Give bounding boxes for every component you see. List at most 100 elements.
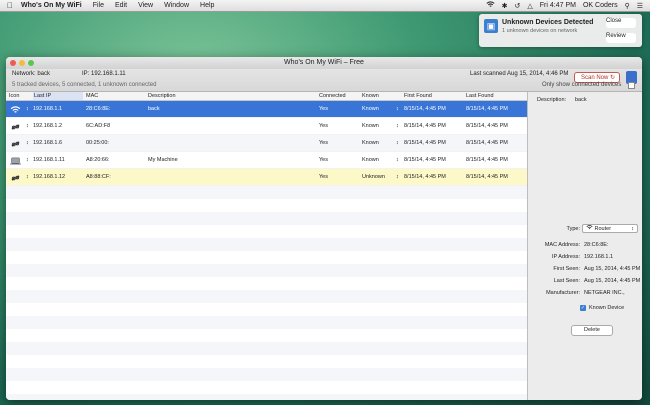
description-label: Description: — [537, 97, 567, 103]
row-known: Known — [362, 140, 379, 146]
row-mac: 6C:AD:F8 — [86, 123, 111, 129]
notification-close-button[interactable]: Close — [606, 18, 636, 28]
row-last-found: 8/15/14, 4:45 PM — [466, 174, 508, 180]
link-icon — [10, 173, 21, 181]
link-icon — [10, 139, 21, 147]
type-select[interactable]: Router ↕ — [582, 224, 638, 233]
row-last-found: 8/15/14, 4:45 PM — [466, 123, 508, 129]
sort-arrows-icon: ↕ — [26, 157, 29, 163]
device-detail-panel: Description: back Type: Router ↕ MAC Add… — [527, 92, 642, 400]
row-first-found: 8/15/14, 4:45 PM — [404, 140, 446, 146]
table-row[interactable]: ↕ 192.168.1.1 28:C6:8E: back Yes Known ↕… — [6, 101, 527, 118]
search-icon[interactable]: ⚲ — [625, 2, 630, 10]
column-header-last-ip[interactable]: Last IP — [33, 92, 83, 100]
menu-edit[interactable]: Edit — [115, 2, 127, 9]
table-header: Icon Last IP MAC Description Connected K… — [6, 92, 527, 101]
column-header-description[interactable]: Description — [148, 92, 176, 100]
bluetooth-icon[interactable]: ✱ — [502, 2, 508, 10]
menu-file[interactable]: File — [93, 2, 104, 9]
empty-row — [6, 251, 527, 264]
empty-row — [6, 186, 527, 199]
zoom-window-button[interactable] — [28, 60, 34, 66]
menu-view[interactable]: View — [138, 2, 153, 9]
empty-row — [6, 355, 527, 368]
type-value: Router — [594, 226, 612, 232]
menu-window[interactable]: Window — [164, 2, 189, 9]
table-row[interactable]: ↕ 192.168.1.11 A8:20:66: My Machine Yes … — [6, 152, 527, 169]
stepper-icon[interactable]: ↕ — [396, 152, 399, 168]
row-connected: Yes — [319, 174, 328, 180]
table-row[interactable]: ↕ 192.168.1.6 00:25:00: Yes Known ↕ 8/15… — [6, 135, 527, 152]
column-header-first-found[interactable]: First Found — [404, 92, 432, 100]
volume-icon[interactable]: △ — [527, 2, 532, 10]
row-connected: Yes — [319, 106, 328, 112]
empty-row — [6, 238, 527, 251]
known-device-label: Known Device — [589, 305, 625, 311]
first-seen-label: First Seen: — [553, 266, 580, 272]
column-header-mac[interactable]: MAC — [86, 92, 98, 100]
row-mac: 28:C6:8E: — [86, 106, 111, 112]
row-last-found: 8/15/14, 4:45 PM — [466, 157, 508, 163]
summary-label: 5 tracked devices, 5 connected, 1 unknow… — [12, 82, 157, 88]
notification-center-icon[interactable]: ☰ — [637, 2, 643, 10]
column-header-icon[interactable]: Icon — [9, 92, 19, 100]
close-window-button[interactable] — [10, 60, 16, 66]
column-header-known[interactable]: Known — [362, 92, 379, 100]
type-label: Type: — [566, 226, 580, 232]
notification-review-button[interactable]: Review — [606, 33, 636, 43]
row-known: Known — [362, 106, 379, 112]
title-bar: Who's On My WiFi – Free — [6, 57, 642, 69]
minimize-window-button[interactable] — [19, 60, 25, 66]
last-scanned-label: Last scanned Aug 15, 2014, 4:46 PM — [470, 71, 569, 77]
delete-button[interactable]: Delete — [571, 325, 613, 336]
network-label: Network: back — [12, 71, 51, 77]
user-name[interactable]: OK Coders — [583, 2, 618, 9]
mac-address-label: MAC Address: — [544, 242, 580, 248]
empty-row — [6, 290, 527, 303]
app-icon: ▣ — [484, 19, 498, 33]
row-first-found: 8/15/14, 4:45 PM — [404, 174, 446, 180]
clock[interactable]: Fri 4:47 PM — [540, 2, 576, 9]
only-connected-checkbox[interactable] — [628, 82, 635, 89]
column-header-connected[interactable]: Connected — [319, 92, 346, 100]
row-known: Known — [362, 123, 379, 129]
sort-arrows-icon: ↕ — [26, 174, 29, 180]
wifi-status-icon[interactable] — [486, 1, 495, 10]
chevron-down-icon: ↕ — [631, 226, 634, 232]
only-connected-label: Only show connected devices — [542, 82, 622, 88]
row-last-found: 8/15/14, 4:45 PM — [466, 106, 508, 112]
stepper-icon[interactable]: ↕ — [396, 135, 399, 151]
row-mac: A8:20:66: — [86, 157, 110, 163]
notification-title: Unknown Devices Detected — [502, 19, 594, 26]
menu-app-name[interactable]: Who's On My WiFi — [21, 2, 82, 9]
description-value[interactable]: back — [575, 97, 587, 103]
menu-help[interactable]: Help — [200, 2, 214, 9]
row-description[interactable]: back — [148, 101, 160, 117]
empty-row — [6, 342, 527, 355]
main-window: Who's On My WiFi – Free Network: back IP… — [6, 57, 642, 400]
stepper-icon[interactable]: ↕ — [396, 118, 399, 134]
manufacturer-value: NETGEAR INC., — [584, 290, 625, 296]
device-table: Icon Last IP MAC Description Connected K… — [6, 92, 527, 400]
stepper-icon[interactable]: ↕ — [396, 169, 399, 185]
known-device-checkbox[interactable]: ✓ — [580, 305, 586, 311]
row-known: Known — [362, 157, 379, 163]
row-ip: 192.168.1.6 — [33, 140, 63, 146]
first-seen-value: Aug 15, 2014, 4:45 PM — [584, 266, 641, 272]
stepper-icon[interactable]: ↕ — [396, 101, 399, 117]
table-row[interactable]: ↕ 192.168.1.2 6C:AD:F8 Yes Known ↕ 8/15/… — [6, 118, 527, 135]
time-machine-icon[interactable]: ↺ — [515, 2, 521, 10]
row-description[interactable]: My Machine — [148, 152, 178, 168]
table-row[interactable]: ↕ 192.168.1.12 A8:88:CF: Yes Unknown ↕ 8… — [6, 169, 527, 186]
sort-arrows-icon: ↕ — [26, 123, 29, 129]
row-connected: Yes — [319, 140, 328, 146]
column-header-last-found[interactable]: Last Found — [466, 92, 494, 100]
apple-menu-icon[interactable]:  — [7, 1, 15, 10]
notification-subtitle: 1 unknown devices on network — [502, 28, 578, 34]
row-known: Unknown — [362, 174, 385, 180]
empty-row — [6, 264, 527, 277]
menu-bar:  Who's On My WiFi File Edit View Window… — [0, 0, 650, 12]
row-mac: 00:25:00: — [86, 140, 109, 146]
link-icon — [10, 122, 21, 130]
row-mac: A8:88:CF: — [86, 174, 111, 180]
